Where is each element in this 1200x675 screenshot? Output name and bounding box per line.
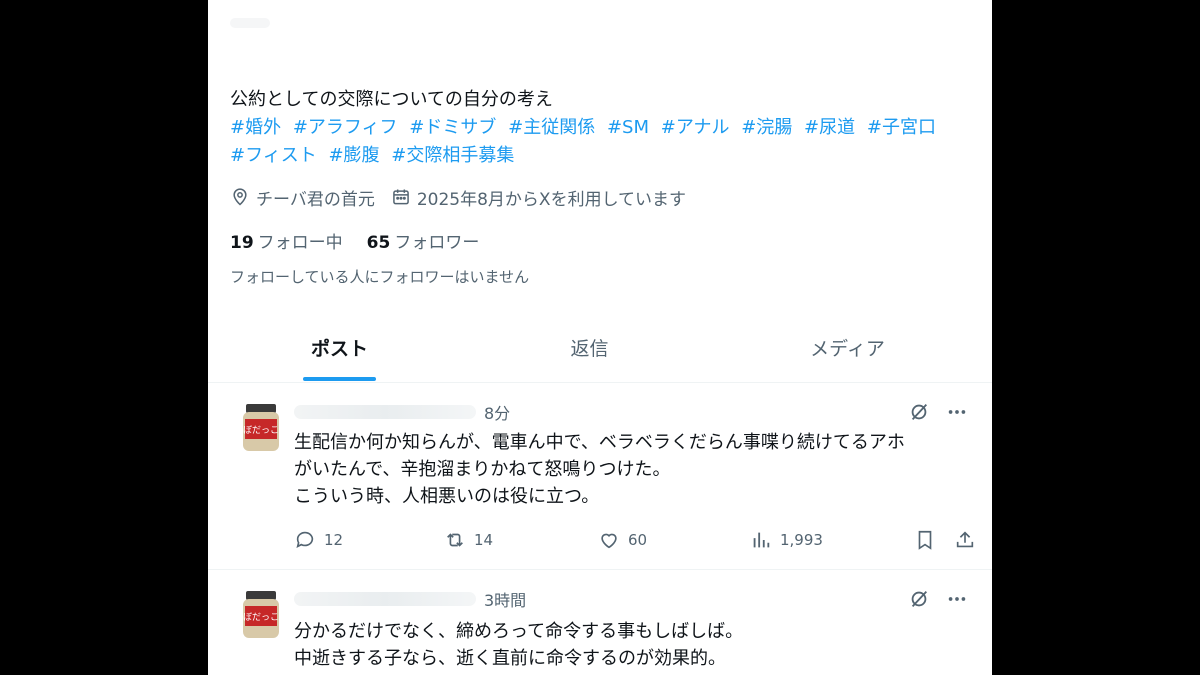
bio-text: 公約としての交際についての自分の考え: [230, 89, 553, 110]
hashtag-link[interactable]: #ドミサブ: [409, 117, 496, 138]
profile-bio: 公約としての交際についての自分の考え #婚外 #アラフィフ #ドミサブ #主従関…: [230, 86, 970, 170]
follow-stats: 19 フォロー中 65 フォロワー: [230, 228, 503, 253]
post-body: 分かるだけでなく、締めろって命令する事もしばしば。 中逝きする子なら、逝く直前に…: [294, 618, 974, 672]
blurred-author-name: [294, 592, 476, 606]
grok-icon[interactable]: [908, 401, 930, 423]
hashtag-link[interactable]: #アラフィフ: [293, 117, 398, 138]
repost-icon: [447, 533, 463, 547]
profile-panel: 公約としての交際についての自分の考え #婚外 #アラフィフ #ドミサブ #主従関…: [208, 0, 992, 675]
post-header: 3時間: [294, 587, 526, 611]
profile-tabs: ポスト 返信 メディア: [208, 318, 992, 383]
repost-button[interactable]: 14: [444, 526, 493, 554]
avatar[interactable]: ぼだっこ: [240, 403, 282, 453]
followers-link[interactable]: 65 フォロワー: [367, 228, 480, 253]
join-date: 2025年8月からXを利用しています: [391, 185, 686, 210]
avatar-jar-label: ぼだっこ: [243, 425, 279, 436]
hashtag-link[interactable]: #SM: [607, 117, 649, 138]
following-count: 19: [230, 233, 254, 253]
more-options-icon[interactable]: [946, 401, 968, 423]
avatar[interactable]: ぼだっこ: [240, 590, 282, 640]
hashtag-link[interactable]: #膨腹: [328, 145, 379, 166]
following-label: フォロー中: [257, 233, 343, 253]
views-button[interactable]: 1,993: [750, 526, 823, 554]
location-pin-icon: [233, 188, 247, 206]
hashtag-link[interactable]: #交際相手募集: [391, 145, 514, 166]
bookmark-button[interactable]: [914, 526, 936, 554]
join-date-text: 2025年8月からXを利用しています: [416, 189, 687, 210]
post-header: 8分: [294, 400, 510, 424]
hashtag-link[interactable]: #アナル: [661, 117, 730, 138]
following-link[interactable]: 19 フォロー中: [230, 228, 343, 253]
avatar-jar-label: ぼだっこ: [243, 612, 279, 623]
hashtag-link[interactable]: #尿道: [804, 117, 855, 138]
post-header-icons: [892, 400, 968, 424]
location: チーバ君の首元: [230, 185, 375, 210]
post-line: こういう時、人相悪いのは役に立つ。: [294, 486, 600, 507]
hashtag-link[interactable]: #子宮口: [867, 117, 936, 138]
like-count: 60: [628, 531, 648, 549]
tab-posts[interactable]: ポスト: [248, 318, 431, 382]
profile-meta: チーバ君の首元 2025年8月からXを利用しています: [230, 183, 702, 211]
post-time[interactable]: 8分: [484, 400, 510, 424]
hashtag-link[interactable]: #フィスト: [230, 145, 317, 166]
post-body: 生配信か何か知らんが、電車ん中で、ベラベラくだらん事喋り続けてるアホ がいたんで…: [294, 429, 974, 510]
repost-count: 14: [474, 531, 494, 549]
post-line: 分かるだけでなく、締めろって命令する事もしばしば。: [294, 621, 744, 642]
followers-label: フォロワー: [394, 233, 480, 253]
blurred-author-name: [294, 405, 476, 419]
tab-replies[interactable]: 返信: [498, 318, 681, 382]
hashtag-link[interactable]: #主従関係: [508, 117, 595, 138]
reply-count: 12: [324, 531, 344, 549]
active-tab-indicator: [303, 377, 376, 381]
post-line: 生配信か何か知らんが、電車ん中で、ベラベラくだらん事喋り続けてるアホ: [294, 432, 905, 453]
hashtag-link[interactable]: #浣腸: [741, 117, 792, 138]
views-count: 1,993: [780, 531, 823, 549]
post-line: がいたんで、辛抱溜まりかねて怒鳴りつけた。: [294, 459, 671, 480]
followers-count: 65: [366, 233, 391, 253]
hashtag-link[interactable]: #婚外: [230, 117, 281, 138]
grok-icon[interactable]: [908, 588, 930, 610]
views-chart-icon: [753, 532, 770, 548]
bookmark-icon: [918, 530, 932, 550]
reply-icon: [296, 531, 314, 548]
heart-icon: [601, 533, 617, 549]
location-text: チーバ君の首元: [256, 189, 375, 210]
blurred-header-fragment: [230, 18, 270, 28]
bio-hashtags: #婚外 #アラフィフ #ドミサブ #主従関係 #SM #アナル #浣腸 #尿道 …: [230, 114, 970, 170]
like-button[interactable]: 60: [598, 526, 647, 554]
tab-media[interactable]: メディア: [756, 318, 939, 382]
post-item[interactable]: ぼだっこ 8分 生配信か何か知らんが、電車ん中で、ベラベラくだらん事喋り続けてる…: [208, 383, 992, 570]
post-item[interactable]: ぼだっこ 3時間 分かるだけでなく、締めろって命令する事もしばしば。 中逝きする…: [208, 570, 992, 675]
reply-button[interactable]: 12: [294, 526, 343, 554]
post-time[interactable]: 3時間: [484, 587, 526, 611]
post-line: 中逝きする子なら、逝く直前に命令するのが効果的。: [294, 648, 726, 669]
share-button[interactable]: [954, 526, 976, 554]
more-options-icon[interactable]: [946, 588, 968, 610]
post-header-icons: [892, 587, 968, 611]
calendar-icon: [393, 189, 409, 205]
share-icon: [956, 531, 974, 548]
post-actions: 12 14 60 1,993: [294, 526, 974, 554]
followers-you-know: フォローしている人にフォロワーはいません: [230, 268, 530, 286]
